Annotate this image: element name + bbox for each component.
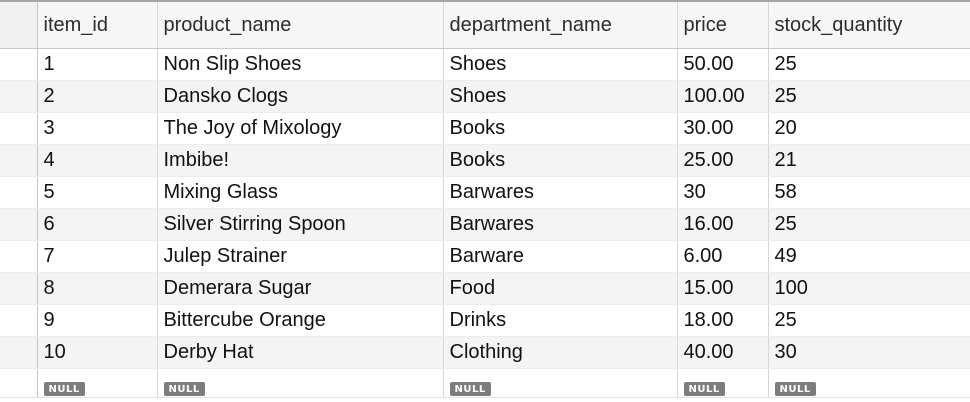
cell-stock-quantity[interactable]: 30 [767,336,970,369]
cell-stock-quantity[interactable]: 25 [767,208,970,241]
column-header-item-id[interactable]: item_id [36,0,157,49]
cell-stock-quantity[interactable]: 20 [767,112,970,145]
cell-product-name[interactable]: Dansko Clogs [156,80,443,113]
cell-price[interactable]: 6.00 [676,240,768,273]
table-body: 1 Non Slip Shoes Shoes 50.00 25 2 Dansko… [0,48,970,402]
cell-department-name[interactable]: Barwares [442,208,677,241]
result-table: item_id product_name department_name pri… [0,0,970,402]
table-row[interactable]: 7 Julep Strainer Barware 6.00 49 [0,240,970,273]
table-row[interactable]: 6 Silver Stirring Spoon Barwares 16.00 2… [0,208,970,241]
cell-department-name[interactable]: Books [442,112,677,145]
row-selector[interactable] [0,48,38,81]
cell-department-name[interactable]: Barware [442,240,677,273]
cell-item-id[interactable]: 7 [36,240,157,273]
cell-stock-quantity[interactable]: 21 [767,144,970,177]
row-selector[interactable] [0,304,38,337]
cell-item-id[interactable]: 1 [36,48,157,81]
row-selector[interactable] [0,176,38,209]
cell-stock-quantity[interactable]: 25 [767,80,970,113]
cell-item-id[interactable]: 8 [36,272,157,305]
row-selector-header[interactable] [0,0,38,49]
cell-product-name[interactable]: Julep Strainer [156,240,443,273]
cell-product-name[interactable]: Imbibe! [156,144,443,177]
cell-price[interactable]: 16.00 [676,208,768,241]
null-badge: NULL [683,381,725,396]
table-row[interactable]: 5 Mixing Glass Barwares 30 58 [0,176,970,209]
null-badge: NULL [163,381,205,396]
row-selector[interactable] [0,208,38,241]
column-header-price[interactable]: price [676,0,768,49]
cell-item-id[interactable]: 6 [36,208,157,241]
row-selector[interactable] [0,272,38,305]
cell-product-name[interactable]: Silver Stirring Spoon [156,208,443,241]
cell-department-name[interactable]: Clothing [442,336,677,369]
cell-department-name[interactable]: Books [442,144,677,177]
cell-stock-quantity[interactable]: 58 [767,176,970,209]
cell-stock-quantity[interactable]: 100 [767,272,970,305]
cell-item-id[interactable]: 5 [36,176,157,209]
row-selector[interactable] [0,240,38,273]
cell-product-name[interactable]: Mixing Glass [156,176,443,209]
cell-item-id[interactable]: 9 [36,304,157,337]
column-header-stock-quantity[interactable]: stock_quantity [767,0,970,49]
cell-price[interactable]: 18.00 [676,304,768,337]
table-row[interactable]: 2 Dansko Clogs Shoes 100.00 25 [0,80,970,113]
cell-price[interactable]: 50.00 [676,48,768,81]
null-badge: NULL [449,381,491,396]
cell-product-name[interactable]: Derby Hat [156,336,443,369]
cell-stock-quantity[interactable]: 25 [767,48,970,81]
table-row[interactable]: 8 Demerara Sugar Food 15.00 100 [0,272,970,305]
table-row[interactable]: 1 Non Slip Shoes Shoes 50.00 25 [0,48,970,81]
column-header-product-name[interactable]: product_name [156,0,443,49]
cell-price[interactable]: 100.00 [676,80,768,113]
table-row[interactable]: 9 Bittercube Orange Drinks 18.00 25 [0,304,970,337]
cell-price[interactable]: 40.00 [676,336,768,369]
table-row[interactable]: 10 Derby Hat Clothing 40.00 30 [0,336,970,369]
cell-item-id[interactable]: 2 [36,80,157,113]
cell-price[interactable]: 25.00 [676,144,768,177]
cell-department-name[interactable]: Shoes [442,48,677,81]
cell-product-name[interactable]: The Joy of Mixology [156,112,443,145]
null-badge: NULL [43,381,85,396]
cell-price[interactable]: 15.00 [676,272,768,305]
cell-stock-quantity[interactable]: 25 [767,304,970,337]
cell-stock-quantity[interactable]: 49 [767,240,970,273]
column-header-department-name[interactable]: department_name [442,0,677,49]
cell-department-name[interactable]: Barwares [442,176,677,209]
cell-department-name[interactable]: Food [442,272,677,305]
cell-product-name[interactable]: Non Slip Shoes [156,48,443,81]
cell-item-id[interactable]: 3 [36,112,157,145]
row-selector[interactable] [0,80,38,113]
result-grid: item_id product_name department_name pri… [0,0,970,402]
table-row[interactable]: 3 The Joy of Mixology Books 30.00 20 [0,112,970,145]
table-row[interactable]: 4 Imbibe! Books 25.00 21 [0,144,970,177]
cell-department-name[interactable]: Shoes [442,80,677,113]
null-badge: NULL [774,381,816,396]
row-selector[interactable] [0,144,38,177]
cell-department-name[interactable]: Drinks [442,304,677,337]
header-row: item_id product_name department_name pri… [0,0,970,49]
grid-bottom-edge [0,397,970,402]
cell-price[interactable]: 30.00 [676,112,768,145]
cell-product-name[interactable]: Demerara Sugar [156,272,443,305]
row-selector[interactable] [0,336,38,369]
cell-item-id[interactable]: 10 [36,336,157,369]
row-selector[interactable] [0,112,38,145]
cell-product-name[interactable]: Bittercube Orange [156,304,443,337]
cell-price[interactable]: 30 [676,176,768,209]
cell-item-id[interactable]: 4 [36,144,157,177]
